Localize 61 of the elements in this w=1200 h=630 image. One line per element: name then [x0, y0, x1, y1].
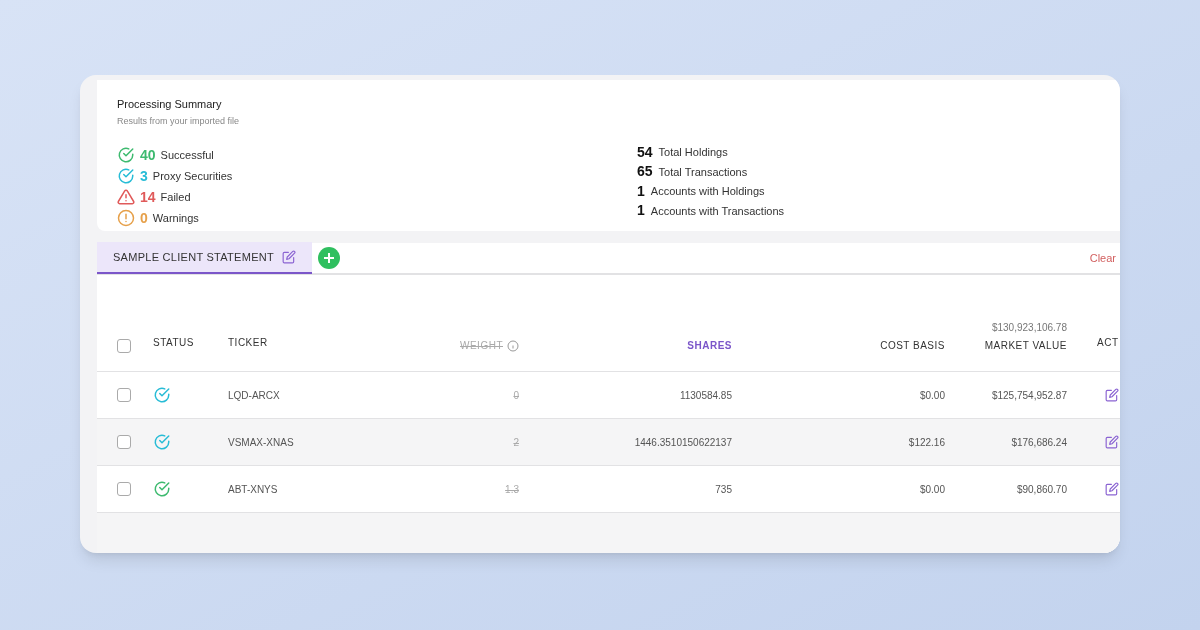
edit-icon[interactable]	[1105, 388, 1119, 402]
table-cell-text: 1446.3510150622137	[633, 435, 733, 450]
table-cell-text: LQD-ARCX	[227, 388, 281, 403]
table-cell-text: ABT-XNYS	[227, 482, 279, 497]
total-count: 54	[637, 142, 653, 162]
total-label: Total Transactions	[658, 164, 748, 180]
status-count: 0	[140, 208, 148, 228]
edit-icon[interactable]	[281, 250, 296, 264]
status-label: Proxy Securities	[152, 168, 233, 184]
table-cell-text: $122.16	[907, 435, 946, 450]
check-circle-icon	[153, 386, 171, 404]
column-header[interactable]: STATUS	[153, 337, 194, 348]
status-count: 40	[140, 145, 156, 165]
summary-title: Processing Summary	[117, 97, 223, 112]
check-circle-icon	[153, 433, 171, 451]
table-cell-text: $176,686.24	[1010, 435, 1068, 450]
table-cell-text: $90,860.70	[1015, 482, 1068, 497]
check-circle-icon	[153, 480, 171, 498]
table-cell-text: $0.00	[918, 388, 946, 403]
table-cell-text: 2	[512, 435, 520, 450]
edit-icon[interactable]	[1105, 435, 1119, 449]
table-cell-text: 0	[512, 388, 520, 403]
table-cell-text: VSMAX-XNAS	[227, 435, 295, 450]
total-count: 1	[637, 201, 645, 221]
column-header[interactable]: MARKET VALUE	[984, 338, 1067, 353]
check-circle-icon	[117, 167, 135, 185]
table-cell-text: 735	[714, 482, 733, 497]
total-label: Accounts with Transactions	[650, 203, 785, 219]
exclamation-circle-icon	[117, 209, 135, 227]
status-label: Failed	[160, 189, 191, 205]
row-checkbox[interactable]	[117, 482, 131, 496]
market-value-total: $130,923,106.78	[991, 321, 1067, 335]
column-header[interactable]: TICKER	[228, 337, 268, 348]
total-label: Total Holdings	[658, 145, 728, 160]
status-count: 3	[140, 166, 148, 186]
total-count: 1	[637, 181, 645, 201]
table-cell-text: 1130584.85	[678, 388, 733, 403]
tab[interactable]: SAMPLE CLIENT STATEMENT	[97, 242, 312, 274]
table-cell-text: 1.3	[504, 482, 520, 497]
table-row[interactable]: VSMAX-XNAS 2 1446.3510150622137 $122.16 $176,686.24	[97, 419, 1120, 466]
total-count: 65	[637, 162, 653, 182]
clear-link[interactable]: Clear	[1089, 249, 1116, 267]
row-checkbox[interactable]	[117, 388, 131, 402]
column-header[interactable]: SHARES	[687, 338, 732, 353]
add-tab-button[interactable]	[317, 247, 340, 269]
select-all-checkbox[interactable]	[117, 339, 131, 353]
column-header[interactable]: COST BASIS	[880, 338, 945, 353]
table-cell-text: $0.00	[918, 482, 946, 497]
status-count: 14	[140, 187, 156, 207]
warning-triangle-icon	[117, 188, 135, 206]
info-icon[interactable]	[507, 339, 519, 352]
summary-subtitle: Results from your imported file	[117, 114, 241, 128]
plus-icon	[323, 253, 334, 263]
check-circle-icon	[117, 146, 135, 164]
table-cell-text: $125,754,952.87	[990, 388, 1068, 403]
row-checkbox[interactable]	[117, 435, 131, 449]
edit-icon[interactable]	[1105, 482, 1119, 496]
total-label: Accounts with Holdings	[650, 184, 765, 199]
column-header[interactable]: ACT	[1097, 337, 1119, 348]
status-label: Successful	[160, 147, 214, 163]
status-label: Warnings	[152, 210, 199, 226]
